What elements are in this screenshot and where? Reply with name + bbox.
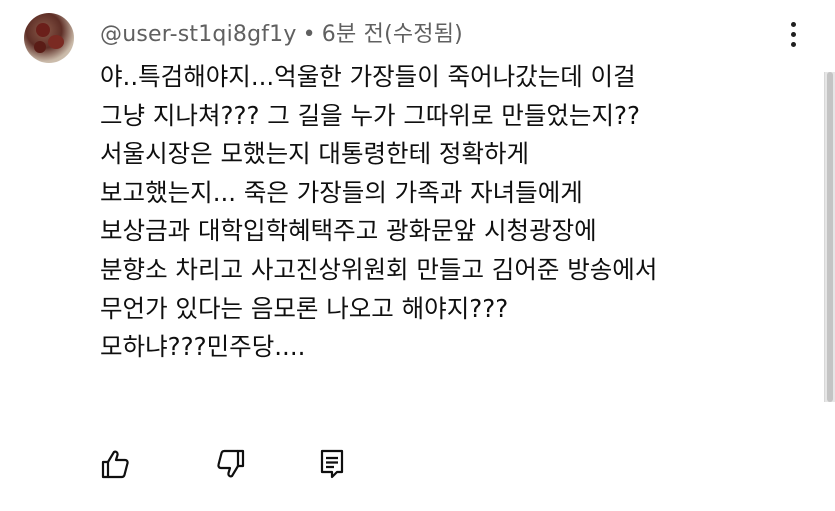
reply-button[interactable] — [318, 448, 348, 480]
avatar-detail — [34, 41, 46, 53]
comment-header: @user-st1qi8gf1y • 6분 전(수정됨) — [100, 16, 463, 48]
author-name[interactable]: @user-st1qi8gf1y — [100, 22, 297, 47]
dislike-button[interactable] — [216, 448, 246, 480]
header-separator: • — [302, 22, 316, 47]
comment-item: @user-st1qi8gf1y • 6분 전(수정됨) 야..특검해야지...억울… — [0, 0, 835, 511]
more-vertical-icon — [790, 22, 796, 27]
more-vertical-icon-dot — [790, 32, 796, 37]
comment-line: 분향소 차리고 사고진상위원회 만들고 김어준 방송에서 — [100, 254, 658, 284]
comment-line: 보상금과 대학입학혜택주고 광화문앞 시청광장에 — [100, 216, 597, 246]
more-options-button[interactable] — [789, 22, 797, 50]
comment-line: 보고했는지... 죽은 가장들의 가족과 자녀들에게 — [100, 177, 583, 207]
comment-line: 무언가 있다는 음모론 나오고 해야지??? — [100, 293, 509, 323]
more-vertical-icon-dot — [790, 42, 796, 47]
comment-line: 모하냐???민주당.... — [100, 332, 306, 362]
thumbs-up-icon — [101, 450, 129, 479]
comment-line: 그냥 지나쳐??? 그 길을 누가 그따위로 만들었는지?? — [100, 100, 641, 130]
comment-line: 서울시장은 모했는지 대통령한테 정확하게 — [100, 139, 530, 169]
scrollbar-thumb[interactable] — [827, 72, 833, 402]
avatar-detail — [48, 35, 64, 49]
author-avatar[interactable] — [24, 13, 74, 63]
avatar-detail — [36, 23, 50, 37]
comment-timestamp: 6분 전(수정됨) — [321, 22, 463, 47]
scrollbar[interactable] — [824, 72, 835, 402]
thumbs-down-icon — [217, 449, 245, 478]
comment-line: 야..특검해야지...억울한 가장들이 죽어나갔는데 이걸 — [100, 62, 636, 91]
reply-comment-icon — [320, 449, 344, 479]
like-button[interactable] — [100, 448, 130, 480]
comment-text: 야..특검해야지...억울한 가장들이 죽어나갔는데 이걸 그냥 지나쳐??? … — [100, 58, 790, 367]
